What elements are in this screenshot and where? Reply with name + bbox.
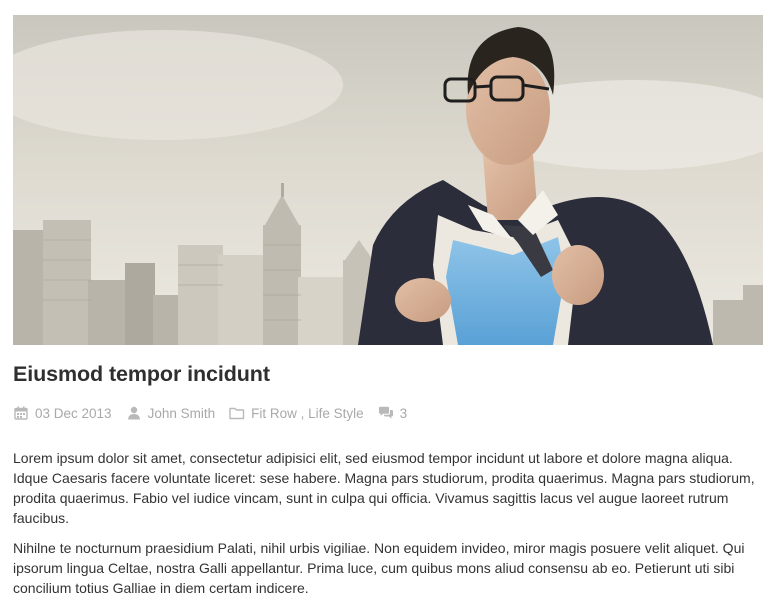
comments-icon bbox=[378, 405, 394, 421]
folder-icon bbox=[229, 405, 245, 421]
category-link-1[interactable]: Life Style bbox=[308, 406, 364, 421]
user-icon bbox=[126, 405, 142, 421]
post-content: Lorem ipsum dolor sit amet, consectetur … bbox=[13, 448, 765, 608]
post-title[interactable]: Eiusmod tempor incidunt bbox=[13, 362, 270, 387]
calendar-icon bbox=[13, 405, 29, 421]
post-categories: Fit Row , Life Style bbox=[229, 405, 364, 421]
post-date-text: 03 Dec 2013 bbox=[35, 405, 112, 421]
post-paragraph-1: Lorem ipsum dolor sit amet, consectetur … bbox=[13, 450, 755, 526]
category-separator: , bbox=[296, 405, 309, 421]
post-author-link[interactable]: John Smith bbox=[148, 406, 216, 421]
post-comments-count[interactable]: 3 bbox=[400, 406, 408, 421]
post-date: 03 Dec 2013 bbox=[13, 405, 112, 421]
blog-post: Eiusmod tempor incidunt 03 Dec 2013 John… bbox=[0, 0, 779, 607]
featured-image[interactable] bbox=[13, 15, 763, 345]
category-link-0[interactable]: Fit Row bbox=[251, 406, 297, 421]
post-comments[interactable]: 3 bbox=[378, 405, 408, 421]
post-paragraph-2: Nihilne te nocturnum praesidium Palati, … bbox=[13, 540, 745, 596]
post-author[interactable]: John Smith bbox=[126, 405, 216, 421]
post-meta: 03 Dec 2013 John Smith Fit Row , Life St… bbox=[13, 405, 421, 421]
